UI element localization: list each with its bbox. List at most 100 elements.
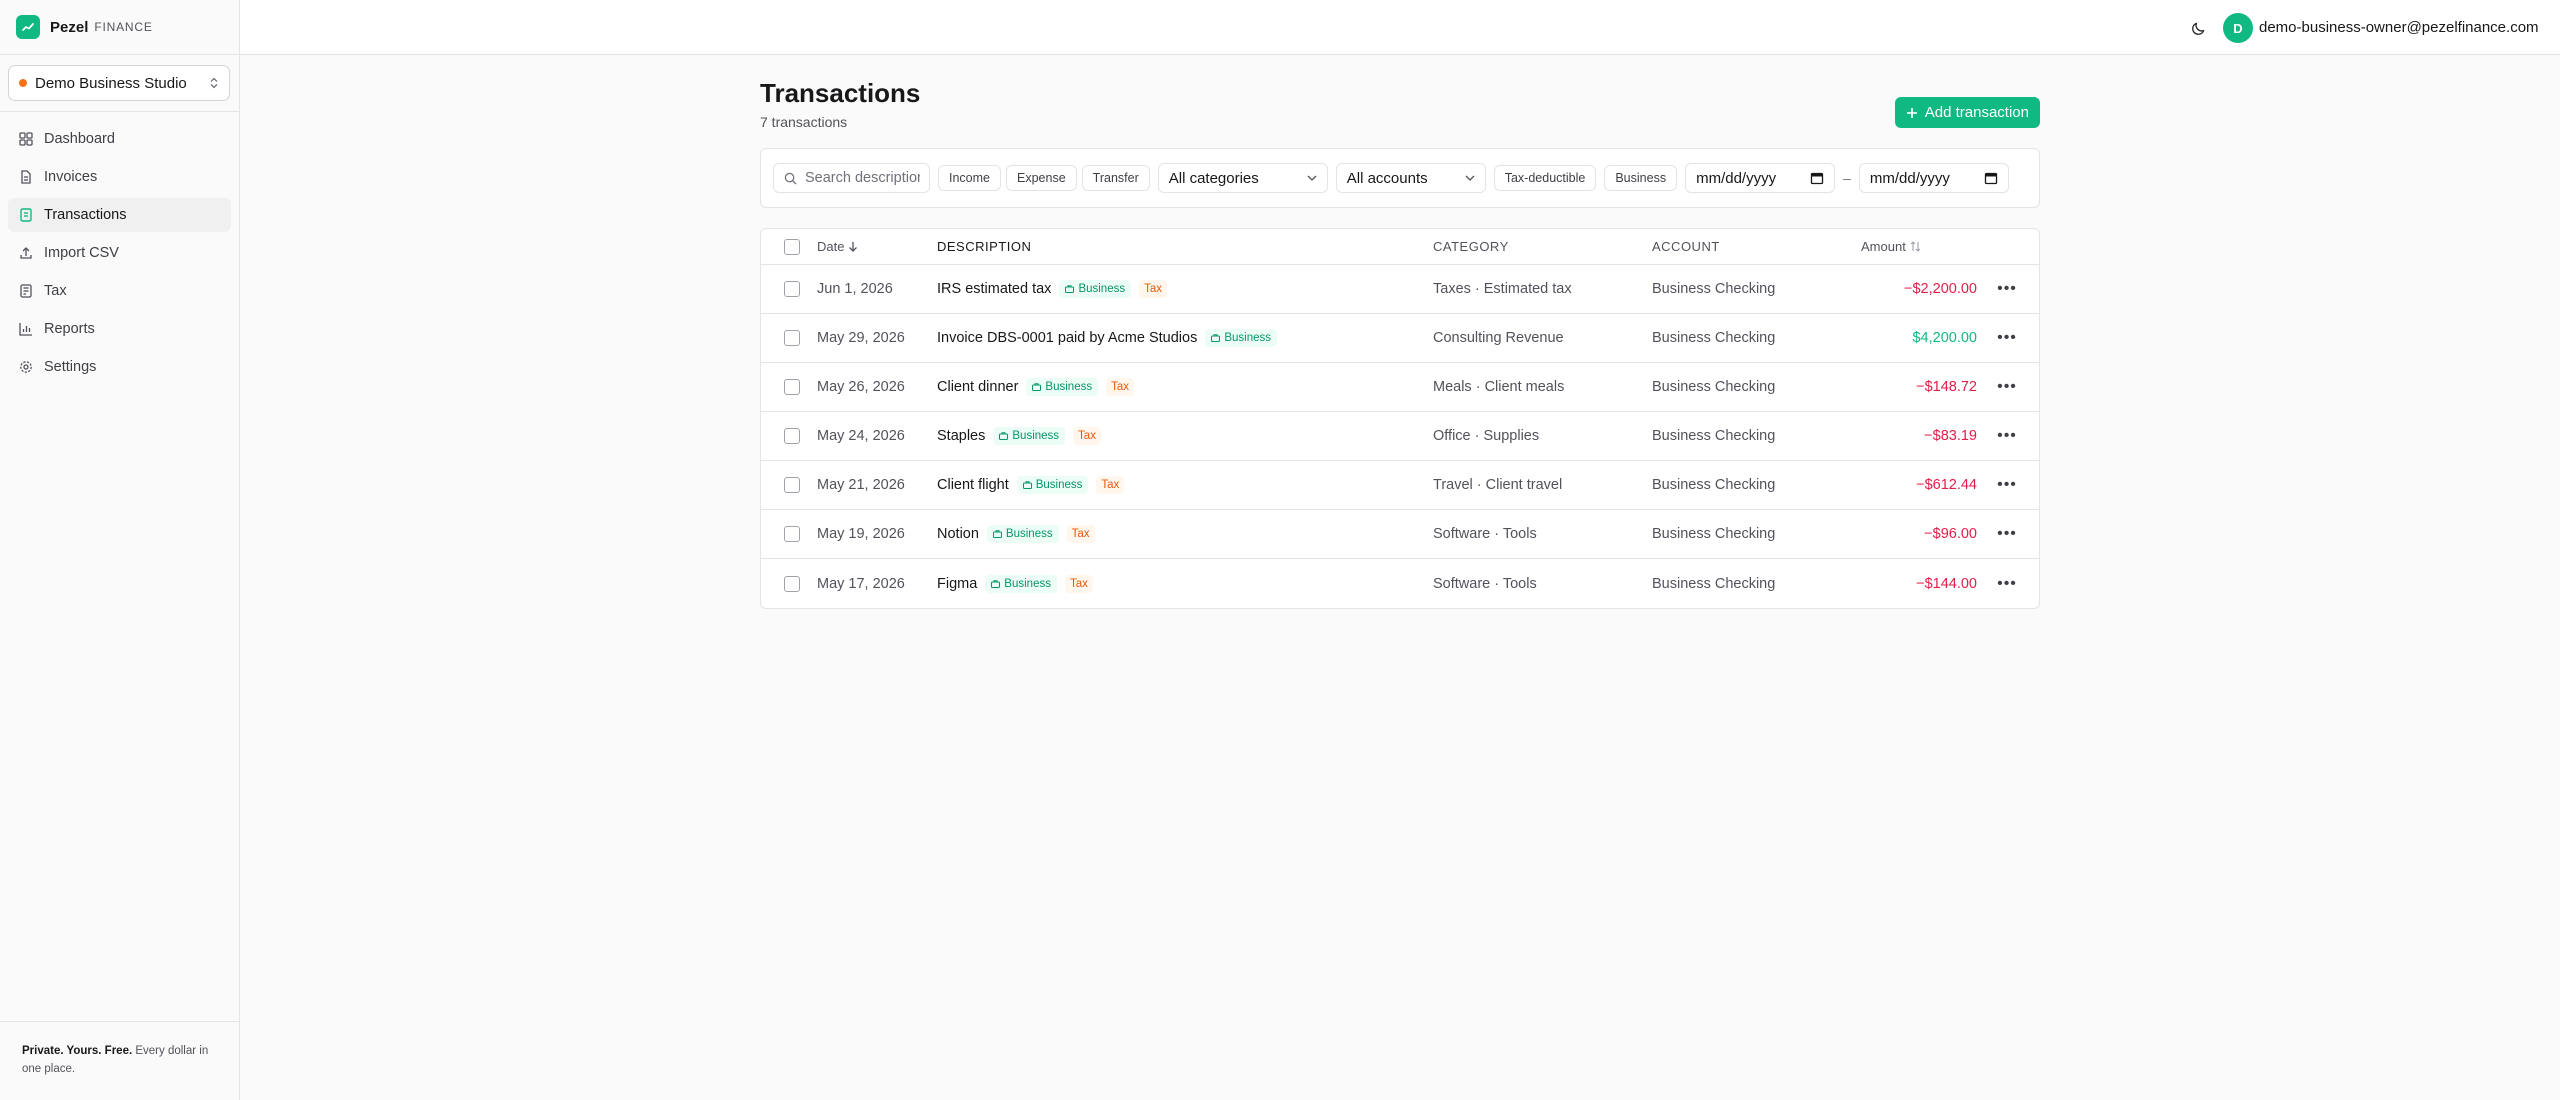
nav-label: Transactions (44, 207, 127, 223)
row-checkbox[interactable] (784, 379, 800, 395)
row-amount: $4,200.00 (1912, 330, 1977, 346)
date-column-header[interactable]: Date (817, 239, 937, 254)
table-row[interactable]: May 29, 2026 Invoice DBS-0001 paid by Acm… (761, 314, 2039, 363)
business-badge-label: Business (1012, 430, 1060, 442)
row-checkbox[interactable] (784, 526, 800, 542)
more-options-icon[interactable]: ••• (1997, 280, 2017, 298)
nav-item-transactions[interactable]: Transactions (8, 198, 231, 232)
business-badge-label: Business (1224, 332, 1272, 344)
row-account: Business Checking (1652, 575, 1776, 592)
row-description: Staples (937, 428, 986, 444)
account-select-value: All accounts (1346, 169, 1428, 187)
search-box[interactable] (773, 163, 930, 193)
table-row[interactable]: May 19, 2026 Notion Business Tax Software · … (761, 510, 2039, 559)
more-options-icon[interactable]: ••• (1997, 427, 2017, 445)
table-row[interactable]: May 21, 2026 Client flight Business Tax Trav… (761, 461, 2039, 510)
row-description: Figma (937, 575, 978, 592)
table-body: Jun 1, 2026 IRS estimated tax Business Tax T… (761, 265, 2039, 608)
row-date: May 17, 2026 (817, 575, 905, 592)
main-nav: Dashboard Invoices Transactions Import C… (0, 112, 239, 398)
date-header-label: Date (817, 239, 845, 254)
row-amount: −$144.00 (1916, 575, 1977, 592)
tax-badge: Tax (1066, 525, 1095, 543)
row-checkbox[interactable] (784, 575, 800, 592)
filter-tax-deductible-chip[interactable]: Tax-deductible (1493, 165, 1597, 191)
date-to-value: mm/dd/yyyy (1869, 169, 1950, 187)
more-options-icon[interactable]: ••• (1997, 575, 2017, 593)
brand-name: Pezel (50, 18, 89, 36)
row-date: May 19, 2026 (817, 526, 905, 542)
category-column-header: CATEGORY (1433, 239, 1509, 254)
calendar-icon[interactable] (1810, 171, 1824, 185)
row-checkbox[interactable] (784, 477, 800, 493)
filter-expense-chip[interactable]: Expense (1006, 165, 1077, 191)
filter-income-chip[interactable]: Income (938, 165, 1001, 191)
search-icon (784, 172, 797, 185)
row-account: Business Checking (1652, 526, 1776, 542)
calendar-icon[interactable] (1984, 171, 1998, 185)
workspace-switcher[interactable]: Demo Business Studio (8, 65, 230, 101)
briefcase-icon (991, 579, 1001, 588)
date-from-input[interactable]: mm/dd/yyyy (1685, 163, 1836, 193)
nav-item-invoices[interactable]: Invoices (8, 160, 231, 194)
more-options-icon[interactable]: ••• (1997, 525, 2017, 543)
brand[interactable]: Pezel FINANCE (0, 0, 239, 55)
workspace-dot (19, 79, 27, 87)
nav-item-reports[interactable]: Reports (8, 312, 231, 346)
filter-business-chip[interactable]: Business (1604, 165, 1678, 191)
row-date: May 21, 2026 (817, 477, 905, 493)
business-badge-label: Business (1045, 381, 1093, 393)
user-email[interactable]: demo-business-owner@pezelfinance.com (2259, 19, 2539, 36)
chevron-up-down-icon (209, 77, 219, 89)
business-badge: Business (1059, 280, 1132, 298)
row-category: Travel · Client travel (1433, 477, 1563, 493)
more-options-icon[interactable]: ••• (1997, 329, 2017, 347)
nav-item-settings[interactable]: Settings (8, 350, 231, 384)
table-row[interactable]: May 17, 2026 Figma Business Tax Software · T… (761, 559, 2039, 608)
nav-item-dashboard[interactable]: Dashboard (8, 122, 231, 156)
category-select[interactable]: All categories (1157, 163, 1328, 193)
briefcase-icon (1211, 334, 1221, 342)
row-description-cell: Client flight Business Tax (937, 476, 1433, 494)
table-row[interactable]: May 26, 2026 Client dinner Business Tax Meal… (761, 363, 2039, 412)
sidebar: Pezel FINANCE Demo Business Studio Dashb… (0, 0, 240, 1100)
transaction-count: 7 transactions (760, 114, 848, 130)
nav-item-tax[interactable]: Tax (8, 274, 231, 308)
more-options-icon[interactable]: ••• (1997, 378, 2017, 396)
row-category: Taxes · Estimated tax (1433, 281, 1572, 297)
search-input[interactable] (805, 170, 920, 186)
add-transaction-button[interactable]: Add transaction (1894, 97, 2040, 128)
account-select[interactable]: All accounts (1335, 163, 1486, 193)
filter-bar: Income Expense Transfer All categories A… (760, 148, 2040, 208)
select-all-checkbox[interactable] (784, 238, 800, 255)
table-row[interactable]: Jun 1, 2026 IRS estimated tax Business Tax T… (761, 265, 2039, 314)
row-description: IRS estimated tax (937, 281, 1052, 297)
row-category: Consulting Revenue (1433, 330, 1564, 346)
business-badge: Business (986, 525, 1059, 543)
table-row[interactable]: May 24, 2026 Staples Business Tax Office · S… (761, 412, 2039, 461)
row-category: Software · Tools (1433, 526, 1537, 542)
business-badge-label: Business (1004, 577, 1051, 590)
amount-column-header[interactable]: Amount (1818, 239, 1977, 254)
tax-badge: Tax (1139, 280, 1168, 298)
avatar[interactable]: D (2223, 13, 2253, 43)
tax-badge: Tax (1096, 476, 1125, 494)
sidebar-footer: Private. Yours. Free. Every dollar in on… (0, 1021, 240, 1100)
row-description-cell: Staples Business Tax (937, 427, 1433, 445)
row-description: Client flight (937, 477, 1009, 493)
filter-transfer-chip[interactable]: Transfer (1081, 165, 1150, 191)
row-checkbox[interactable] (784, 330, 800, 346)
row-date: Jun 1, 2026 (817, 281, 893, 297)
row-description-cell: IRS estimated tax Business Tax (937, 280, 1433, 298)
row-category: Software · Tools (1433, 575, 1537, 592)
nav-item-import-csv[interactable]: Import CSV (8, 236, 231, 270)
row-checkbox[interactable] (784, 281, 800, 297)
row-amount: −$148.72 (1916, 379, 1977, 395)
date-to-input[interactable]: mm/dd/yyyy (1858, 163, 2009, 193)
business-badge: Business (1016, 476, 1089, 494)
row-checkbox[interactable] (784, 428, 800, 444)
moon-icon[interactable] (2186, 16, 2210, 40)
amount-header-label: Amount (1861, 239, 1906, 254)
page-title: Transactions (760, 78, 921, 108)
more-options-icon[interactable]: ••• (1997, 476, 2017, 494)
